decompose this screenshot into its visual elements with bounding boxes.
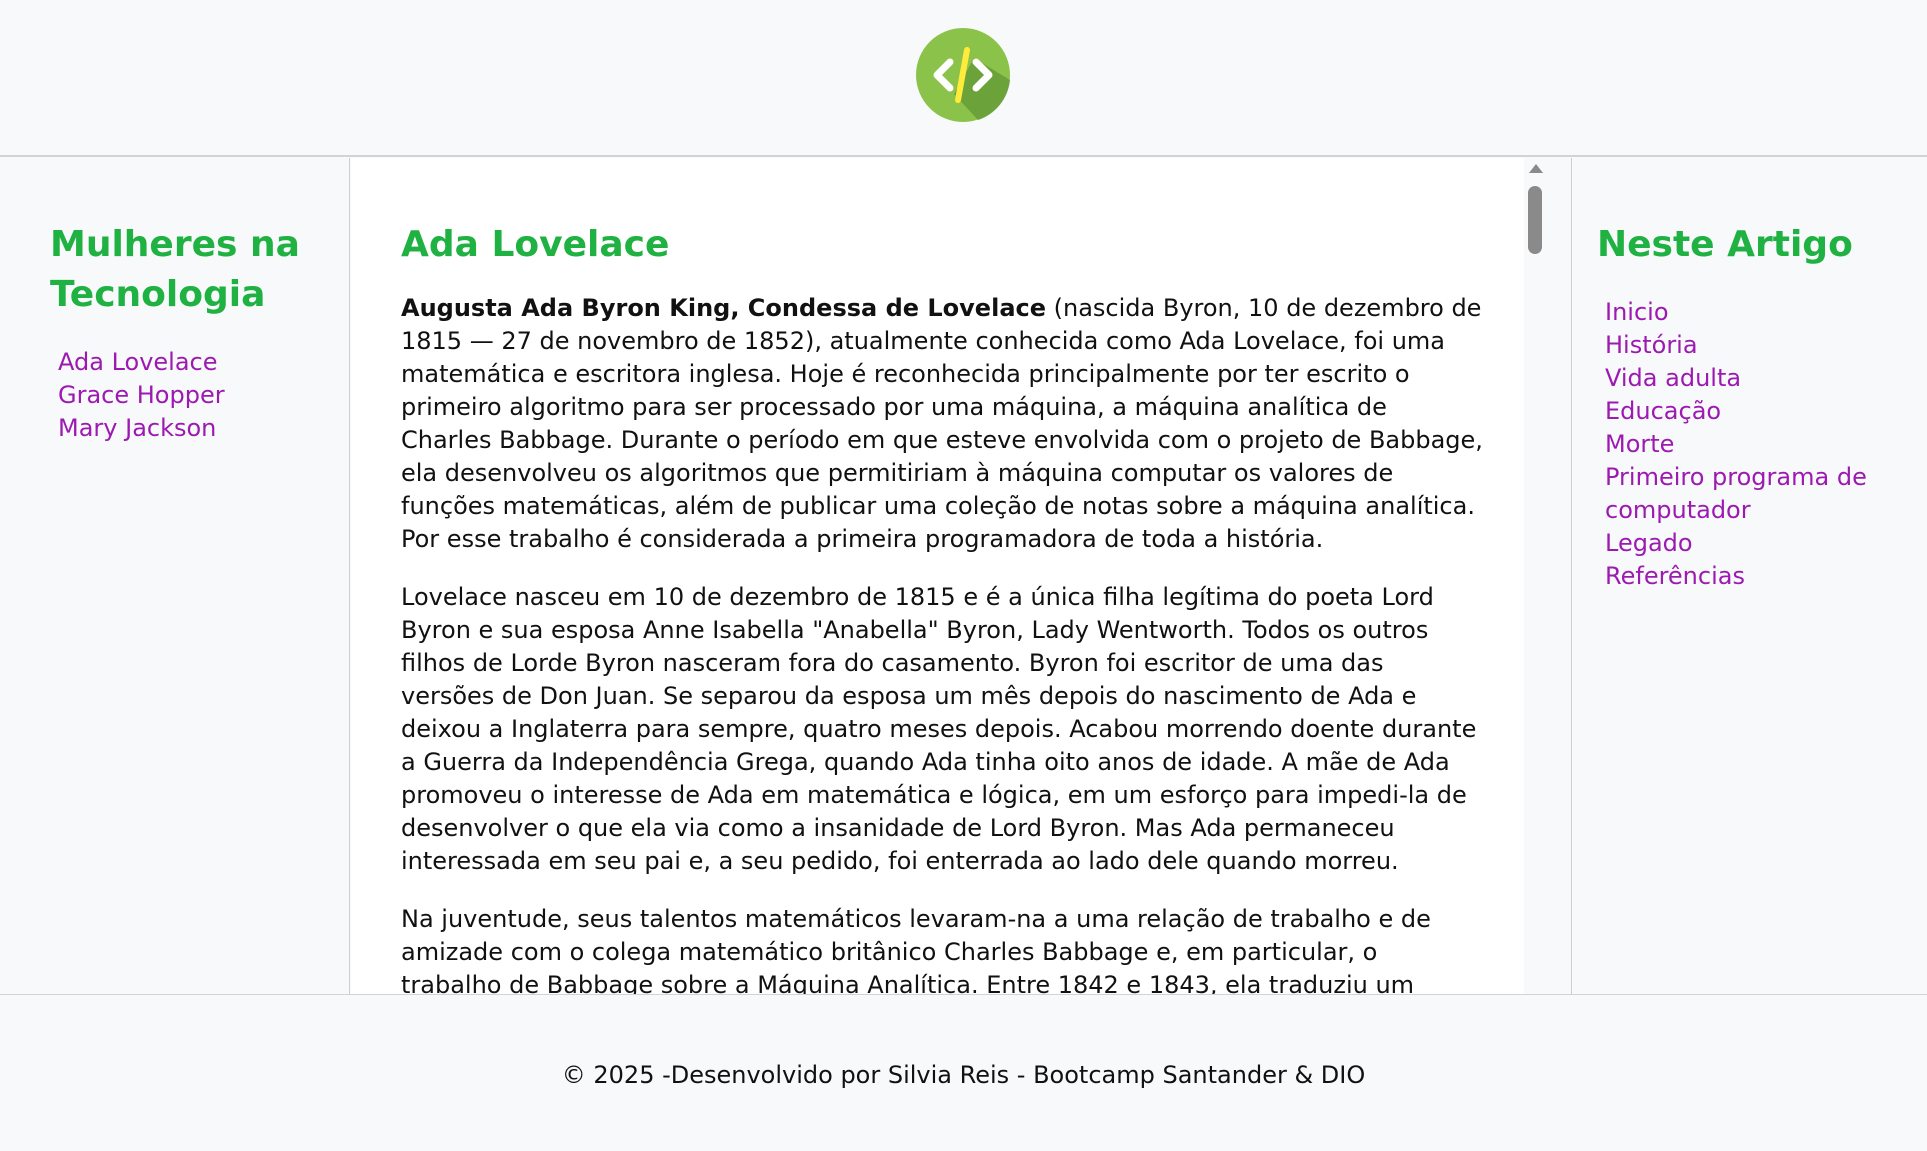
article-title: Ada Lovelace [401,224,670,265]
list-item: Morte [1605,428,1895,461]
article-content: Ada Lovelace Augusta Ada Byron King, Con… [351,158,1524,994]
toc-link-historia[interactable]: História [1605,331,1698,359]
article-paragraph: Augusta Ada Byron King, Condessa de Love… [401,292,1484,556]
list-item: Inicio [1605,296,1895,329]
list-item: Educação [1605,395,1895,428]
article-intro-text: (nascida Byron, 10 de dezembro de 1815 —… [401,294,1483,553]
list-item: Vida adulta [1605,362,1895,395]
scroll-up-arrow-icon[interactable] [1529,164,1543,173]
women-nav-list: Ada Lovelace Grace Hopper Mary Jackson [58,346,225,445]
left-sidebar: Mulheres na Tecnologia Ada Lovelace Grac… [25,158,350,994]
article-intro-bold: Augusta Ada Byron King, Condessa de Love… [401,294,1047,322]
list-item: Ada Lovelace [58,346,225,379]
toc-link-vida-adulta[interactable]: Vida adulta [1605,364,1741,392]
list-item: Referências [1605,560,1895,593]
nav-link-ada-lovelace[interactable]: Ada Lovelace [58,348,218,376]
left-sidebar-title: Mulheres na Tecnologia [50,224,300,315]
toc-link-primeiro-programa[interactable]: Primeiro programa de computador [1605,463,1867,524]
toc-link-morte[interactable]: Morte [1605,430,1674,458]
article-paragraph: Lovelace nasceu em 10 de dezembro de 181… [401,583,1477,875]
site-footer: © 2025 -Desenvolvido por Silvia Reis - B… [0,994,1927,1151]
article-paragraph: Na juventude, seus talentos matemáticos … [401,905,1431,994]
site-header [0,0,1927,157]
article-scrollbar[interactable] [1524,158,1546,994]
nav-link-mary-jackson[interactable]: Mary Jackson [58,414,216,442]
scroll-thumb[interactable] [1528,186,1542,254]
article-panel[interactable]: Ada Lovelace Augusta Ada Byron King, Con… [351,158,1524,994]
toc-link-inicio[interactable]: Inicio [1605,298,1669,326]
list-item: Grace Hopper [58,379,225,412]
list-item: História [1605,329,1895,362]
toc-link-educacao[interactable]: Educação [1605,397,1721,425]
toc-link-legado[interactable]: Legado [1605,529,1693,557]
footer-copyright: © 2025 -Desenvolvido por Silvia Reis - B… [561,1061,1366,1089]
right-sidebar-title: Neste Artigo [1597,224,1853,265]
toc-link-referencias[interactable]: Referências [1605,562,1745,590]
list-item: Primeiro programa de computador [1605,461,1895,527]
article-toc-list: Inicio História Vida adulta Educação Mor… [1605,296,1895,593]
list-item: Legado [1605,527,1895,560]
nav-link-grace-hopper[interactable]: Grace Hopper [58,381,225,409]
right-sidebar: Neste Artigo Inicio História Vida adulta… [1571,158,1896,994]
list-item: Mary Jackson [58,412,225,445]
code-brackets-icon[interactable] [916,28,1010,122]
